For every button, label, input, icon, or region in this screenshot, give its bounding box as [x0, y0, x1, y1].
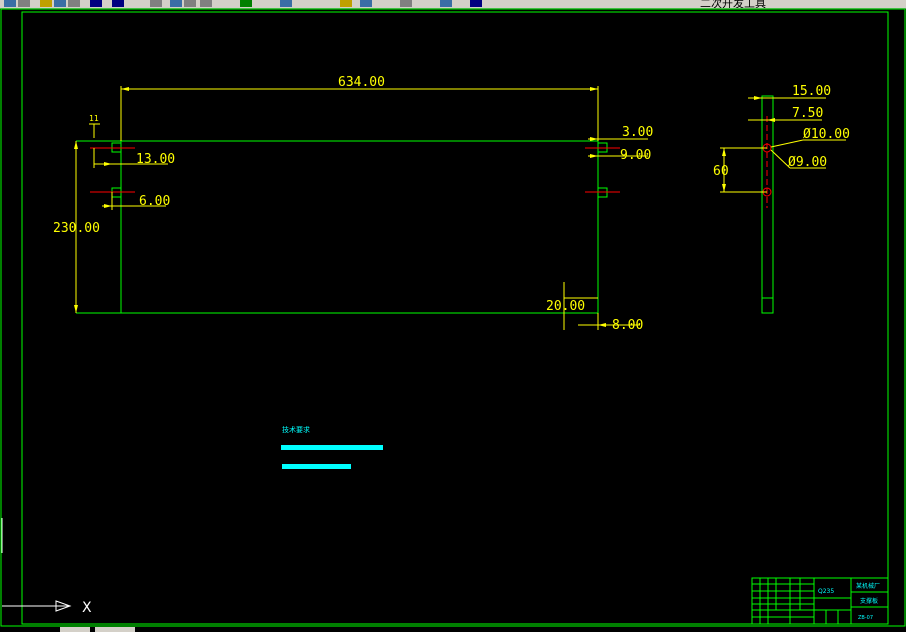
dim-6-arrow: [104, 204, 112, 208]
dim-60-text: 60: [713, 164, 729, 179]
design-center-icon[interactable]: [280, 0, 292, 7]
drawing-canvas[interactable]: 634.00 230.00 11 13.00 6.00 3.00 9.00 20…: [0, 8, 906, 632]
zoom-window-icon[interactable]: [184, 0, 196, 7]
dim-13-text: 13.00: [136, 152, 175, 167]
grid-icon[interactable]: [4, 0, 16, 7]
zoom-previous-icon[interactable]: [200, 0, 212, 7]
paste-icon[interactable]: [54, 0, 66, 7]
dim-15-text: 15.00: [792, 84, 831, 99]
ucs-icon: X: [1, 518, 92, 616]
dim-13-arrow: [104, 162, 112, 166]
outer-drawing-frame: [0, 8, 906, 627]
dim-634-arrow-right: [590, 87, 598, 91]
copy-icon[interactable]: [40, 0, 52, 7]
dim-9-text: 9.00: [620, 148, 651, 163]
dim-9-arrow: [590, 154, 598, 158]
layout-tab-model[interactable]: [60, 627, 90, 632]
tb-drawing-no: ZB-07: [858, 615, 873, 621]
dim-60-arrow-top: [722, 148, 726, 156]
dim-230-arrow-top: [74, 141, 78, 149]
tb-company: 某机械厂: [856, 582, 880, 590]
notes-line-1: [281, 445, 383, 450]
undo-icon[interactable]: [90, 0, 102, 7]
redo-icon[interactable]: [112, 0, 124, 7]
layout-tabs: [60, 627, 135, 632]
pan-icon[interactable]: [150, 0, 162, 7]
dim-15-arrow: [754, 96, 762, 100]
notes-title: 技术要求: [282, 425, 310, 434]
dim-3-text: 3.00: [622, 125, 653, 140]
zoom-realtime-icon[interactable]: [170, 0, 182, 7]
dim-634-text: 634.00: [338, 75, 385, 90]
properties-icon[interactable]: [240, 0, 252, 7]
dim-230-text: 230.00: [53, 221, 100, 236]
dim-8-arrow: [598, 323, 606, 327]
title-block: Q235 某机械厂 支撑板 ZB-07: [751, 577, 889, 625]
side-view: 15.00 7.50 Ø10.00 Ø9.00 60: [713, 84, 850, 314]
dim-634-arrow-left: [121, 87, 129, 91]
dim-11-text: 11: [89, 114, 99, 123]
dim-phi10-leader: [770, 139, 804, 148]
markup-icon[interactable]: [400, 0, 412, 7]
dim-6-text: 6.00: [139, 194, 170, 209]
dim-8-text: 8.00: [612, 318, 643, 333]
dim-7-5-arrow: [767, 118, 775, 122]
dim-7-5-text: 7.50: [792, 106, 823, 121]
dim-230-arrow-bottom: [74, 305, 78, 313]
dim-phi10-text: Ø10.00: [803, 127, 850, 142]
ucs-x-label: X: [82, 600, 92, 616]
help-icon[interactable]: [470, 0, 482, 7]
sheet-set-icon[interactable]: [360, 0, 372, 7]
dim-phi9-text: Ø9.00: [788, 155, 827, 170]
tool-palette-icon[interactable]: [340, 0, 352, 7]
inner-drawing-frame: [21, 11, 889, 625]
cut-icon[interactable]: [18, 0, 30, 7]
dim-20-text: 20.00: [546, 299, 585, 314]
notes-line-2: [282, 464, 351, 469]
quickcalc-icon[interactable]: [440, 0, 452, 7]
layout-tab-layout1[interactable]: [95, 627, 135, 632]
tb-part-name: 支撑板: [860, 597, 878, 605]
tb-material: Q235: [818, 588, 834, 595]
front-view: 634.00 230.00 11 13.00 6.00 3.00 9.00 20…: [53, 75, 653, 333]
dim-60-arrow-bottom: [722, 184, 726, 192]
technical-notes: 技术要求: [281, 425, 383, 469]
tb-grid-left: [752, 578, 839, 624]
dim-3-arrow: [590, 137, 598, 141]
match-properties-icon[interactable]: [68, 0, 80, 7]
